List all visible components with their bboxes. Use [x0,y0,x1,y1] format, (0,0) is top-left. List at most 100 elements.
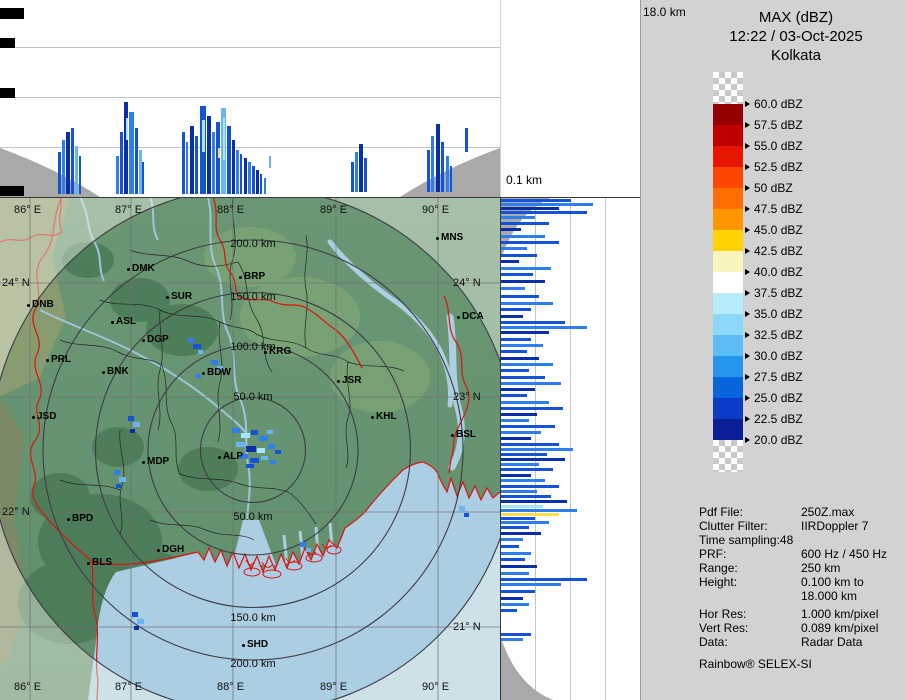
lon-label: 90° E [422,204,450,216]
radar-echo [120,132,123,194]
radar-echo [501,222,549,225]
radar-echo [501,572,529,575]
station-label-BLS: BLS [92,557,112,568]
lat-label: 23° N [453,391,481,403]
radar-echo [501,331,549,334]
radar-echo [248,162,251,194]
dbz-scale-label: 45.0 dBZ [745,223,803,237]
radar-echo [441,142,444,192]
product-info-block: Pdf File: 250Z.max Clutter Filter: IIRDoppl… [699,505,903,671]
yz-projection-panel [501,197,640,700]
dbz-scale-label: 20.0 dBZ [745,433,803,447]
height-axis-tick-box [0,88,15,98]
radar-echo [501,315,523,318]
legend-panel: MAX (dBZ) 12:22 / 03-Oct-2025 Kolkata 60… [641,0,906,700]
radar-echo [124,102,128,194]
station-dot-SUR [166,296,169,299]
radar-echo [501,453,547,456]
dbz-scale-label: 50 dBZ [745,181,793,195]
scale-arrow-icon [745,437,750,443]
station-dot-BPD [67,518,70,521]
station-label-BNK: BNK [107,366,129,377]
radar-echo [71,128,74,194]
radar-echo [501,638,523,641]
station-dot-ALP [218,456,221,459]
radar-echo [501,207,559,210]
station-label-ASL: ASL [116,316,136,327]
station-label-PRL: PRL [51,354,71,365]
radar-echo [501,517,535,520]
radar-echo [66,132,70,194]
radar-echo [182,132,185,194]
radar-echo [501,287,525,290]
radar-echo [501,228,521,231]
map-label-layer: 86° E 86° E 87° E 87° E 88° E 88° E 89° E 89° E… [0,197,500,700]
radar-echo [355,152,358,192]
radar-echo [501,382,561,385]
radar-echo [129,112,134,194]
scale-arrow-icon [745,227,750,233]
radar-echo [427,150,430,192]
dbz-scale-label: 35.0 dBZ [745,307,803,321]
station-dot-DGP [142,339,145,342]
station-label-BRP: BRP [244,271,266,282]
lat-label: 24° N [2,277,30,289]
range-ring-label: 50.0 km [233,391,273,403]
radar-echo [501,490,537,493]
radar-echo [260,174,262,194]
software-brand: Rainbow® SELEX-SI [699,657,812,671]
radar-echo [501,458,565,461]
range-ring-label: 50.0 km [233,511,273,523]
radar-echo [207,116,211,194]
station-dot-BDW [202,372,205,375]
radar-echo [236,150,239,194]
radar-echo [75,146,78,194]
scale-arrow-icon [745,164,750,170]
info-row: PRF: 600 Hz / 450 Hz [699,547,888,561]
station-dot-MDP [142,461,145,464]
radar-echo [501,247,527,250]
radar-echo [216,122,220,194]
dbz-scale-label: 60.0 dBZ [745,97,803,111]
station-label-DNB: DNB [32,299,54,310]
radar-echo [501,267,551,270]
lat-label: 22° N [2,506,30,518]
scale-arrow-icon [745,185,750,191]
station-label-DGP: DGP [147,334,169,345]
radar-echo [79,156,81,194]
lon-label: 89° E [320,681,348,693]
radar-echo [501,443,559,446]
lon-label: 87° E [115,681,143,693]
xz-echo-layer [0,0,500,197]
radar-echo [431,136,434,192]
station-label-SHD: SHD [247,639,269,650]
radar-echo [501,609,517,612]
radar-echo [446,156,449,192]
radar-echo [501,388,535,391]
lon-label: 87° E [115,204,143,216]
station-dot-JSR [337,380,340,383]
radar-echo [501,363,553,366]
radar-echo [501,590,535,593]
radar-echo [501,413,537,416]
radar-echo [501,603,529,606]
dbz-scale-label: 40.0 dBZ [745,265,803,279]
range-ring-label: 150.0 km [230,612,276,624]
range-ring-label: 200.0 km [230,238,276,250]
radar-echo [223,118,225,160]
info-row: Range: 250 km [699,561,841,575]
radar-echo [501,485,559,488]
ppi-map-panel[interactable]: 86° E 86° E 87° E 87° E 88° E 88° E 89° E 89° E… [0,197,500,700]
radar-echo [501,431,541,434]
radar-echo [501,273,533,276]
radar-echo [501,394,527,397]
radar-echo [501,302,553,305]
radar-echo [501,419,529,422]
station-dot-KRG [264,351,267,354]
radar-echo [58,152,61,194]
radar-echo [501,235,545,238]
radar-echo [264,178,266,194]
radar-echo [501,437,531,440]
radar-echo [501,538,523,541]
radar-echo [501,505,543,508]
